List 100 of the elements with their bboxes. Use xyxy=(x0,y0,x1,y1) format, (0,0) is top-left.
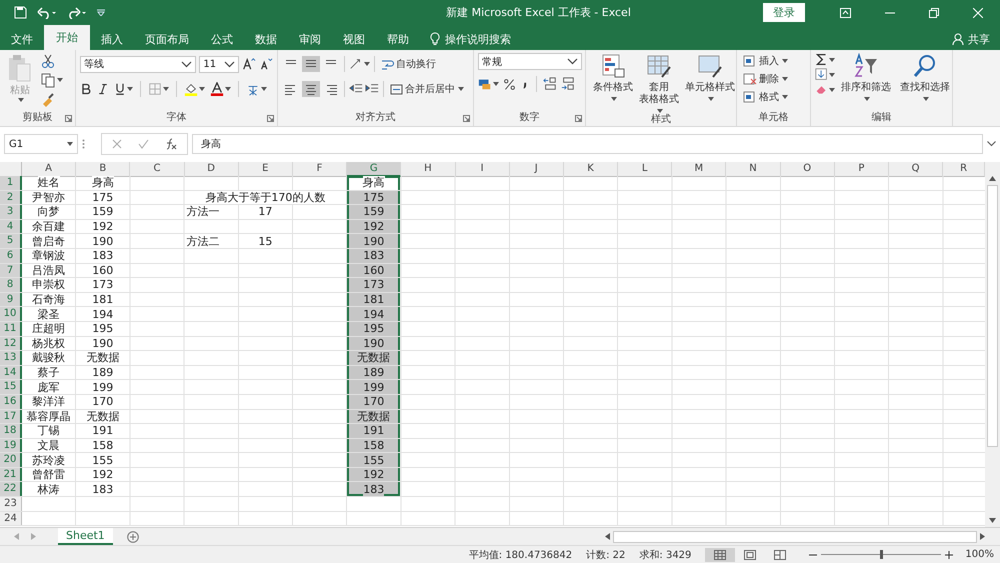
column-header[interactable]: D xyxy=(184,162,239,177)
selected-cell[interactable]: 192 xyxy=(347,220,400,234)
selected-cell[interactable]: 170 xyxy=(347,394,400,408)
ribbon-button[interactable]: 排序和筛选 xyxy=(838,81,894,95)
ribbon-button[interactable]: 单元格样式 xyxy=(682,81,738,95)
selected-cell[interactable]: 190 xyxy=(347,234,400,248)
row-header[interactable]: 12 xyxy=(0,336,22,350)
row-header[interactable]: 15 xyxy=(0,380,22,394)
underline-icon[interactable] xyxy=(114,83,126,95)
column-header[interactable]: P xyxy=(834,162,889,177)
decrease-decimal-icon[interactable] xyxy=(561,77,575,91)
font-size-field[interactable]: 11 xyxy=(199,56,240,72)
row-header[interactable]: 3 xyxy=(0,205,22,219)
font-color-icon[interactable] xyxy=(210,82,224,96)
column-header[interactable]: G xyxy=(347,162,402,177)
tell-me-field[interactable]: 操作说明搜索 xyxy=(445,32,545,46)
ribbon-tab[interactable]: 审阅 xyxy=(288,28,332,50)
row-header[interactable]: 21 xyxy=(0,468,22,482)
minimize-icon[interactable] xyxy=(885,12,895,14)
row-header[interactable]: 23 xyxy=(0,497,22,511)
ribbon-button[interactable]: 格式 xyxy=(741,89,806,105)
fill-color-icon[interactable] xyxy=(184,82,198,96)
row-header[interactable]: 18 xyxy=(0,424,22,438)
orientation-icon[interactable] xyxy=(349,57,363,71)
column-header[interactable]: C xyxy=(130,162,185,177)
selected-cell[interactable]: 190 xyxy=(347,336,400,350)
scroll-right-icon[interactable] xyxy=(980,533,985,540)
save-icon[interactable] xyxy=(14,6,27,19)
restore-icon[interactable] xyxy=(929,8,939,18)
active-cell[interactable]: 身高 xyxy=(347,176,400,190)
selected-cell[interactable]: 158 xyxy=(347,438,400,452)
shrink-font-icon[interactable] xyxy=(259,57,274,71)
zoom-in-icon[interactable] xyxy=(945,550,954,558)
row-header[interactable]: 1 xyxy=(0,176,22,190)
scissors-icon[interactable] xyxy=(40,53,56,69)
dialog-launcher-icon[interactable] xyxy=(463,115,470,122)
zoom-level[interactable]: 100% xyxy=(965,549,994,560)
row-header[interactable]: 20 xyxy=(0,453,22,467)
undo-icon[interactable] xyxy=(37,6,57,18)
dialog-launcher-icon[interactable] xyxy=(267,115,274,122)
currency-icon[interactable] xyxy=(478,77,492,91)
row-header[interactable]: 17 xyxy=(0,410,22,424)
dialog-launcher-icon[interactable] xyxy=(65,115,72,122)
bold-icon[interactable] xyxy=(80,83,92,95)
column-header[interactable]: I xyxy=(456,162,510,177)
selected-cell[interactable]: 199 xyxy=(347,380,400,394)
percent-icon[interactable] xyxy=(503,78,516,90)
column-header[interactable]: L xyxy=(618,162,672,177)
column-header[interactable]: J xyxy=(510,162,564,177)
sheet-tab[interactable]: Sheet1 xyxy=(58,528,113,545)
selected-cell[interactable]: 181 xyxy=(347,292,400,306)
name-box[interactable]: G1 xyxy=(4,134,78,154)
copy-icon[interactable] xyxy=(40,72,56,88)
row-header[interactable]: 8 xyxy=(0,278,22,292)
column-header[interactable]: K xyxy=(564,162,618,177)
expand-icon[interactable] xyxy=(987,141,996,147)
row-header[interactable]: 4 xyxy=(0,220,22,234)
row-header[interactable]: 7 xyxy=(0,264,22,278)
ribbon-tab[interactable]: 文件 xyxy=(0,28,44,50)
column-header[interactable]: B xyxy=(76,162,130,177)
wrap-text-button[interactable]: 自动换行 xyxy=(379,56,438,72)
selected-cell[interactable]: 160 xyxy=(347,264,400,278)
selected-cell[interactable]: 191 xyxy=(347,424,400,438)
row-header[interactable]: 24 xyxy=(0,512,22,526)
ribbon-tab[interactable]: 公式 xyxy=(200,28,244,50)
selected-cell[interactable]: 173 xyxy=(347,278,400,292)
row-header[interactable]: 6 xyxy=(0,248,22,263)
number-format-field[interactable]: 常规 xyxy=(478,53,582,70)
selected-cell[interactable]: 无数据 xyxy=(347,410,400,424)
selected-cell[interactable]: 194 xyxy=(347,307,400,321)
check-icon[interactable] xyxy=(138,139,149,149)
row-header[interactable]: 19 xyxy=(0,438,22,452)
normal-view-icon[interactable] xyxy=(705,548,736,562)
formula-bar[interactable]: 身高 xyxy=(192,134,983,154)
add-sheet-icon[interactable] xyxy=(126,530,139,542)
merge-center-button[interactable]: 合并后居中 xyxy=(388,81,466,97)
ribbon-display-icon[interactable] xyxy=(840,8,851,18)
grow-font-icon[interactable] xyxy=(242,57,256,71)
ribbon-button[interactable]: 套用 表格格式 xyxy=(636,81,682,107)
selected-cell[interactable]: 175 xyxy=(347,190,400,204)
share-button[interactable]: 共享 xyxy=(946,28,1000,50)
column-header[interactable]: O xyxy=(780,162,835,177)
close-icon[interactable] xyxy=(973,8,983,18)
row-header[interactable]: 5 xyxy=(0,234,22,248)
selected-cell[interactable]: 189 xyxy=(347,366,400,380)
align-icon[interactable] xyxy=(302,56,320,72)
row-header[interactable]: 9 xyxy=(0,292,22,306)
ribbon-button[interactable]: 条件格式 xyxy=(590,81,636,95)
ribbon-tab[interactable]: 视图 xyxy=(332,28,376,50)
zoom-slider[interactable] xyxy=(880,550,883,559)
font-name-field[interactable]: 等线 xyxy=(80,56,196,72)
row-header[interactable]: 16 xyxy=(0,394,22,408)
row-header[interactable]: 2 xyxy=(0,190,22,204)
scroll-up-icon[interactable] xyxy=(989,176,996,181)
ribbon-button[interactable]: 查找和选择 xyxy=(897,81,953,95)
column-header[interactable]: H xyxy=(401,162,456,177)
row-header[interactable]: 13 xyxy=(0,351,22,365)
row-header[interactable]: 22 xyxy=(0,482,22,496)
function-icon[interactable] xyxy=(165,138,177,150)
selected-cell[interactable]: 155 xyxy=(347,453,400,467)
